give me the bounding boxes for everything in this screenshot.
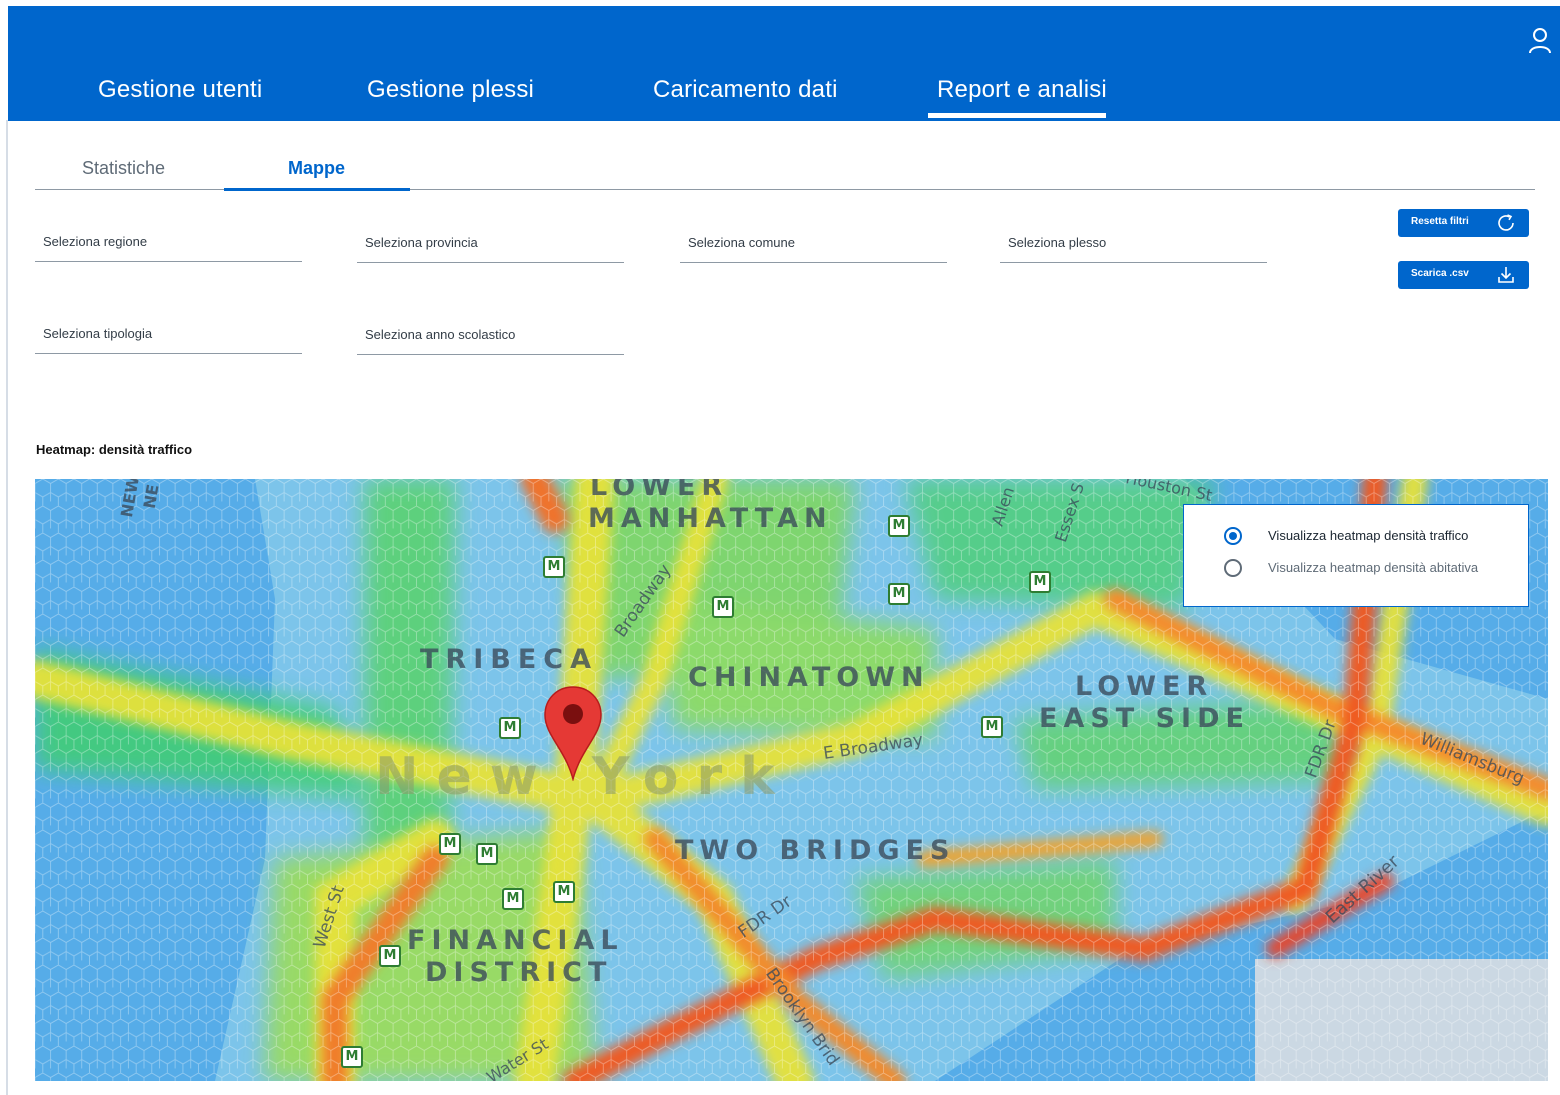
- map-pin-icon[interactable]: [543, 685, 603, 781]
- map-label-two-bridges: TWO BRIDGES: [675, 835, 956, 866]
- metro-station-icon[interactable]: M: [553, 881, 575, 903]
- map-label-tribeca: TRIBECA: [420, 644, 598, 675]
- select-anno-label: Seleziona anno scolastico: [365, 327, 516, 342]
- refresh-icon: [1495, 212, 1517, 234]
- reset-filters-button[interactable]: Resetta filtri: [1398, 209, 1529, 237]
- nav-gestione-plessi[interactable]: Gestione plessi: [367, 76, 534, 104]
- metro-station-icon[interactable]: M: [888, 515, 910, 537]
- nav-report-e-analisi[interactable]: Report e analisi: [937, 76, 1107, 104]
- metro-station-icon[interactable]: M: [476, 843, 498, 865]
- nav-active-indicator: [928, 113, 1106, 118]
- nav-caricamento-dati[interactable]: Caricamento dati: [653, 76, 838, 104]
- metro-station-icon[interactable]: M: [341, 1046, 363, 1068]
- select-regione-label: Seleziona regione: [43, 234, 148, 249]
- metro-station-icon[interactable]: M: [499, 717, 521, 739]
- app-frame: Gestione utenti Gestione plessi Caricame…: [0, 0, 1560, 1095]
- select-provincia-label: Seleziona provincia: [365, 235, 478, 250]
- user-icon[interactable]: [1526, 26, 1554, 56]
- metro-station-icon[interactable]: M: [543, 556, 565, 578]
- map-label-chinatown: CHINATOWN: [688, 662, 930, 693]
- metro-station-icon[interactable]: M: [502, 888, 524, 910]
- tab-mappe[interactable]: Mappe: [288, 158, 345, 179]
- map-label-financial-district-2: DISTRICT: [425, 957, 613, 988]
- tab-active-indicator: [224, 188, 410, 191]
- nav-gestione-utenti[interactable]: Gestione utenti: [98, 76, 262, 104]
- radio-checked-icon[interactable]: [1224, 527, 1242, 545]
- map-label-lower-manhattan-1: LOWER: [590, 479, 729, 502]
- select-plesso-label: Seleziona plesso: [1008, 235, 1107, 250]
- metro-station-icon[interactable]: M: [712, 596, 734, 618]
- heatmap-type-panel: Visualizza heatmap densità traffico Visu…: [1183, 504, 1529, 607]
- select-provincia[interactable]: Seleziona provincia: [357, 227, 624, 263]
- reset-filters-label: Resetta filtri: [1411, 216, 1469, 227]
- map-label-lower-manhattan-2: MANHATTAN: [588, 503, 833, 534]
- metro-station-icon[interactable]: M: [1029, 571, 1051, 593]
- select-regione[interactable]: Seleziona regione: [35, 226, 302, 262]
- map-label-financial-district-1: FINANCIAL: [407, 925, 624, 956]
- metro-station-icon[interactable]: M: [439, 833, 461, 855]
- tab-statistiche[interactable]: Statistiche: [82, 158, 165, 179]
- download-icon: [1495, 264, 1517, 286]
- option-traffic-label: Visualizza heatmap densità traffico: [1268, 528, 1469, 543]
- select-tipologia[interactable]: Seleziona tipologia: [35, 318, 302, 354]
- download-csv-button[interactable]: Scarica .csv: [1398, 261, 1529, 289]
- metro-station-icon[interactable]: M: [888, 583, 910, 605]
- option-population-label: Visualizza heatmap densità abitativa: [1268, 560, 1479, 575]
- map-label-lower-east-side-1: LOWER: [1075, 671, 1214, 702]
- select-plesso[interactable]: Seleziona plesso: [1000, 227, 1267, 263]
- download-csv-label: Scarica .csv: [1411, 268, 1469, 279]
- radio-unchecked-icon[interactable]: [1224, 559, 1242, 577]
- select-comune-label: Seleziona comune: [688, 235, 795, 250]
- page-border: [6, 120, 8, 1095]
- map-label-lower-east-side-2: EAST SIDE: [1039, 703, 1250, 734]
- metro-station-icon[interactable]: M: [379, 945, 401, 967]
- select-comune[interactable]: Seleziona comune: [680, 227, 947, 263]
- map-section-title: Heatmap: densità traffico: [36, 442, 193, 457]
- select-anno-scolastico[interactable]: Seleziona anno scolastico: [357, 319, 624, 355]
- metro-station-icon[interactable]: M: [981, 716, 1003, 738]
- select-tipologia-label: Seleziona tipologia: [43, 326, 153, 341]
